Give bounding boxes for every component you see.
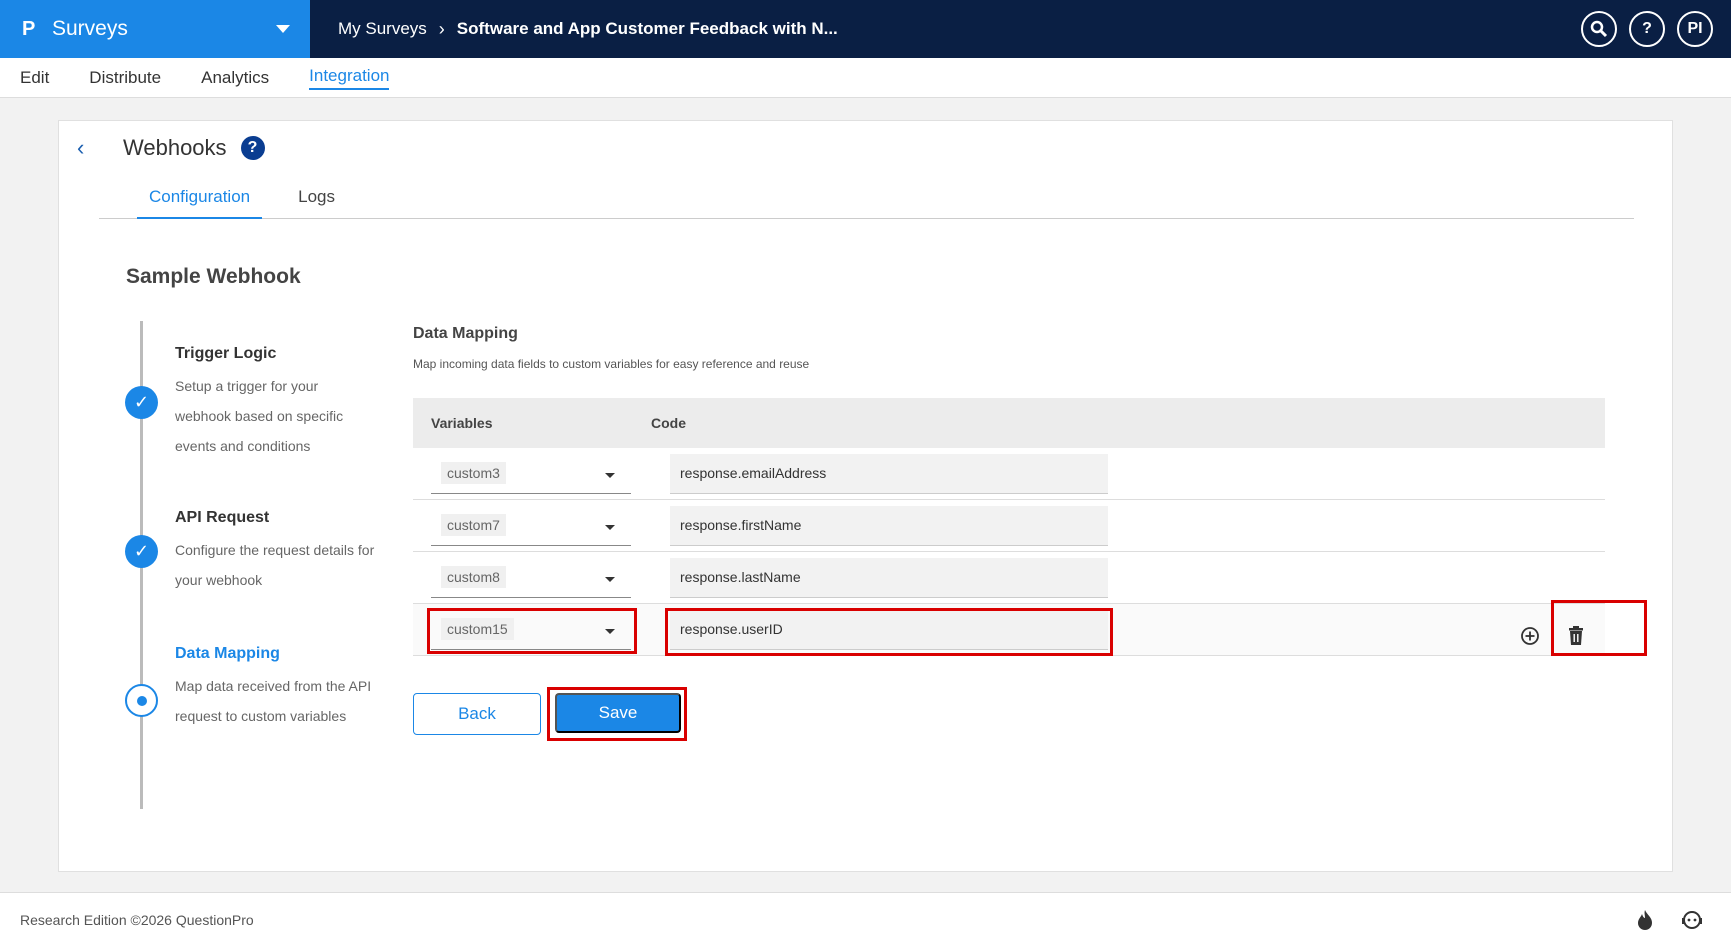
- tab-logs[interactable]: Logs: [286, 179, 347, 219]
- section-title: Data Mapping: [413, 325, 518, 342]
- table-row: custom3 response.emailAddress: [413, 448, 1605, 500]
- step-title: Data Mapping: [175, 645, 280, 662]
- step-complete-check-icon: ✓: [125, 535, 158, 568]
- footer-text: Research Edition ©2026 QuestionPro: [20, 911, 254, 928]
- step-trigger-logic[interactable]: Trigger Logic Setup a trigger for your w…: [175, 345, 375, 461]
- caret-down-icon: [605, 525, 615, 530]
- table-row: custom7 response.firstName: [413, 500, 1605, 552]
- caret-down-icon: [605, 473, 615, 478]
- variable-value: custom8: [441, 566, 506, 588]
- question-icon: ?: [1642, 20, 1652, 37]
- highlight-box: [427, 608, 637, 654]
- variable-select[interactable]: custom7: [431, 508, 631, 546]
- step-title: API Request: [175, 509, 270, 526]
- top-actions: ? PI: [1581, 11, 1713, 47]
- step-desc: Setup a trigger for your webhook based o…: [175, 378, 344, 454]
- tab-configuration[interactable]: Configuration: [137, 179, 263, 219]
- variable-select[interactable]: custom3: [431, 456, 631, 494]
- highlight-box: [547, 687, 687, 741]
- brand-logo: P: [22, 17, 36, 40]
- step-current-icon: [125, 684, 158, 717]
- chevron-down-icon: [276, 25, 290, 33]
- breadcrumb: My Surveys › Software and App Customer F…: [310, 0, 838, 58]
- step-title: Trigger Logic: [175, 345, 277, 362]
- search-button[interactable]: [1581, 11, 1617, 47]
- card-header: ‹ Webhooks ?: [77, 135, 265, 161]
- nav-edit[interactable]: Edit: [20, 68, 49, 88]
- webhooks-card: ‹ Webhooks ? Configuration Logs Sample W…: [58, 120, 1673, 872]
- footer-icons: [1635, 909, 1703, 934]
- step-complete-check-icon: ✓: [125, 386, 158, 419]
- step-desc: Map data received from the API request t…: [175, 678, 372, 724]
- variable-value: custom7: [441, 514, 506, 536]
- mapping-table: Variables Code custom3 response.emailAdd…: [413, 398, 1647, 656]
- back-button[interactable]: Back: [413, 693, 541, 735]
- code-input[interactable]: response.emailAddress: [670, 454, 1108, 494]
- highlight-box: [665, 608, 1113, 656]
- nav-distribute[interactable]: Distribute: [89, 68, 161, 88]
- step-desc: Configure the request details for your w…: [175, 542, 375, 588]
- nav-integration[interactable]: Integration: [309, 66, 390, 90]
- section-subtitle: Map incoming data fields to custom varia…: [413, 357, 810, 371]
- caret-down-icon: [605, 577, 615, 582]
- variable-value: custom3: [441, 462, 506, 484]
- table-header: Variables Code: [413, 398, 1605, 448]
- step-data-mapping[interactable]: Data Mapping Map data received from the …: [175, 645, 375, 731]
- footer: Research Edition ©2026 QuestionPro: [0, 892, 1731, 946]
- add-row-button[interactable]: [1518, 624, 1542, 648]
- table-row: custom8 response.lastName: [413, 552, 1605, 604]
- flame-icon[interactable]: [1635, 909, 1655, 934]
- chevron-right-icon: ›: [438, 18, 445, 39]
- variable-select[interactable]: custom8: [431, 560, 631, 598]
- step-api-request[interactable]: API Request Configure the request detail…: [175, 509, 375, 595]
- product-switcher[interactable]: P Surveys: [0, 0, 310, 58]
- support-agent-icon[interactable]: [1681, 909, 1703, 934]
- header-code: Code: [651, 415, 686, 431]
- help-icon[interactable]: ?: [240, 136, 265, 160]
- code-input[interactable]: response.firstName: [670, 506, 1108, 546]
- breadcrumb-my-surveys[interactable]: My Surveys: [338, 19, 427, 39]
- plus-circle-icon: [1521, 627, 1539, 645]
- code-input[interactable]: response.lastName: [670, 558, 1108, 598]
- webhook-name: Sample Webhook: [126, 265, 301, 288]
- table-row: custom15 response.userID: [413, 600, 1647, 656]
- config-tabs: Configuration Logs: [99, 179, 1634, 219]
- user-avatar[interactable]: PI: [1677, 11, 1713, 47]
- search-icon: [1590, 20, 1608, 38]
- page-title: Webhooks: [123, 135, 227, 160]
- top-bar: P Surveys My Surveys › Software and App …: [0, 0, 1731, 58]
- help-button[interactable]: ?: [1629, 11, 1665, 47]
- survey-nav: Edit Distribute Analytics Integration: [0, 58, 1731, 98]
- back-chevron-icon[interactable]: ‹: [77, 135, 103, 161]
- header-variables: Variables: [431, 415, 493, 431]
- nav-analytics[interactable]: Analytics: [201, 68, 269, 88]
- product-name: Surveys: [52, 17, 128, 40]
- breadcrumb-current-survey: Software and App Customer Feedback with …: [456, 19, 838, 38]
- highlight-box: [1551, 600, 1647, 656]
